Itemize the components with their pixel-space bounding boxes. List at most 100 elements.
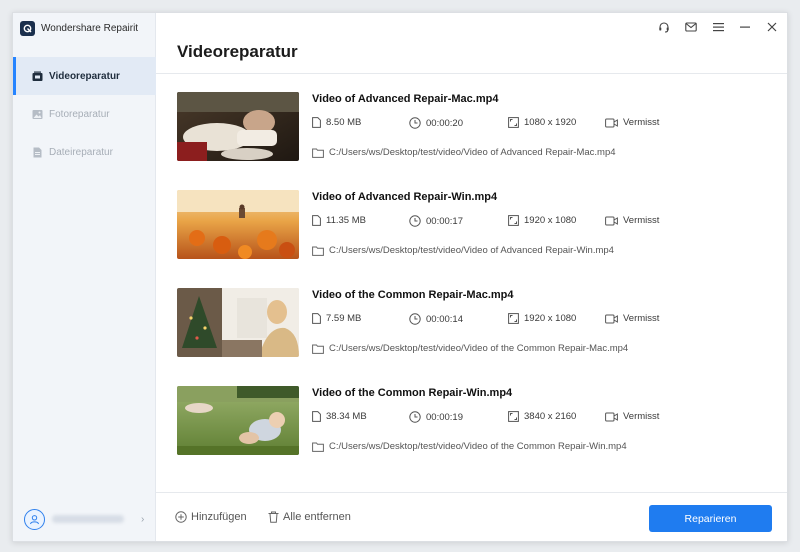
app-window: Wondershare Repairit Videoreparatur Foto… [12, 12, 788, 542]
repairit-logo-icon [20, 20, 35, 36]
sidebar-item-label: Fotoreparatur [49, 108, 110, 120]
folder-icon [312, 148, 324, 158]
file-size-value: 38.34 MB [326, 411, 367, 422]
resolution-icon [508, 117, 519, 128]
video-camera-icon [605, 216, 618, 225]
file-status-value: Vermisst [623, 411, 660, 422]
file-name: Video of Advanced Repair-Win.mp4 [312, 191, 498, 203]
file-duration: 00:00:20 [409, 117, 463, 129]
list-item[interactable]: Video of Advanced Repair-Win.mp4 11.35 M… [177, 190, 777, 288]
file-status: Vermisst [605, 215, 659, 226]
file-name: Video of the Common Repair-Win.mp4 [312, 387, 513, 399]
bottom-action-bar: Hinzufügen Alle entfernen Reparieren [156, 492, 787, 541]
user-account[interactable]: › [24, 508, 152, 530]
file-path: C:/Users/ws/Desktop/test/video/Video of … [312, 441, 627, 452]
file-duration-value: 00:00:19 [426, 411, 463, 423]
file-path: C:/Users/ws/Desktop/test/video/Video of … [312, 343, 628, 354]
sidebar-item-fotoreparatur[interactable]: Fotoreparatur [13, 95, 156, 133]
file-status-value: Vermisst [623, 215, 660, 226]
file-size-value: 11.35 MB [326, 215, 366, 226]
minimize-icon[interactable] [738, 20, 752, 34]
list-item[interactable]: Video of the Common Repair-Win.mp4 38.34… [177, 386, 777, 484]
file-icon [312, 215, 321, 226]
file-meta: 7.59 MB 00:00:14 1920 x 1080 Vermisst [312, 313, 772, 327]
file-size: 11.35 MB [312, 215, 366, 226]
file-duration: 00:00:17 [409, 215, 463, 227]
file-repair-icon [32, 147, 43, 158]
photo-repair-icon [32, 109, 43, 120]
video-file-list: Video of Advanced Repair-Mac.mp4 8.50 MB… [177, 92, 777, 484]
file-size: 7.59 MB [312, 313, 361, 324]
chevron-right-icon[interactable]: › [141, 514, 144, 525]
add-button-label: Hinzufügen [191, 511, 247, 523]
menu-icon[interactable] [711, 20, 725, 34]
sidebar-item-dateireparatur[interactable]: Dateireparatur [13, 133, 156, 171]
file-path-value: C:/Users/ws/Desktop/test/video/Video of … [329, 441, 627, 452]
remove-all-button[interactable]: Alle entfernen [268, 511, 351, 523]
file-resolution: 3840 x 2160 [508, 411, 576, 422]
headset-icon[interactable] [657, 20, 671, 34]
file-status: Vermisst [605, 313, 659, 324]
brand: Wondershare Repairit [20, 20, 138, 36]
file-resolution-value: 1920 x 1080 [524, 215, 577, 226]
sidebar-item-label: Dateireparatur [49, 146, 113, 158]
file-meta: 11.35 MB 00:00:17 1920 x 1080 Vermisst [312, 215, 772, 229]
video-camera-icon [605, 412, 618, 421]
folder-icon [312, 344, 324, 354]
resolution-icon [508, 313, 519, 324]
divider [156, 73, 787, 74]
video-thumbnail [177, 288, 299, 357]
file-name: Video of Advanced Repair-Mac.mp4 [312, 93, 499, 105]
mail-icon[interactable] [684, 20, 698, 34]
main-panel: Videoreparatur Video of Advanced Repair-… [156, 13, 787, 541]
file-meta: 8.50 MB 00:00:20 1080 x 1920 Vermisst [312, 117, 772, 131]
repair-button[interactable]: Reparieren [649, 505, 772, 532]
sidebar-item-videoreparatur[interactable]: Videoreparatur [13, 57, 156, 95]
sidebar: Wondershare Repairit Videoreparatur Foto… [13, 13, 156, 541]
video-thumbnail [177, 92, 299, 161]
file-path-value: C:/Users/ws/Desktop/test/video/Video of … [329, 245, 614, 256]
file-resolution-value: 1920 x 1080 [524, 313, 577, 324]
add-button[interactable]: Hinzufügen [175, 511, 247, 523]
list-item[interactable]: Video of Advanced Repair-Mac.mp4 8.50 MB… [177, 92, 777, 190]
folder-icon [312, 246, 324, 256]
file-resolution: 1920 x 1080 [508, 313, 576, 324]
video-camera-icon [605, 314, 618, 323]
user-avatar-icon[interactable] [24, 508, 45, 530]
file-duration-value: 00:00:14 [426, 313, 463, 325]
close-icon[interactable] [765, 20, 779, 34]
add-circle-icon [175, 511, 187, 523]
file-duration: 00:00:14 [409, 313, 463, 325]
page-title: Videoreparatur [177, 42, 298, 61]
clock-icon [409, 215, 421, 227]
file-size: 38.34 MB [312, 411, 367, 422]
file-icon [312, 117, 321, 128]
sidebar-nav: Videoreparatur Fotoreparatur Dateirepara… [13, 57, 156, 171]
resolution-icon [508, 411, 519, 422]
folder-icon [312, 442, 324, 452]
file-resolution: 1080 x 1920 [508, 117, 576, 128]
trash-icon [268, 511, 279, 523]
file-size-value: 8.50 MB [326, 117, 362, 128]
clock-icon [409, 411, 421, 423]
file-path: C:/Users/ws/Desktop/test/video/Video of … [312, 147, 616, 158]
remove-all-button-label: Alle entfernen [283, 511, 351, 523]
video-repair-icon [32, 71, 43, 82]
file-status-value: Vermisst [623, 313, 660, 324]
file-name: Video of the Common Repair-Mac.mp4 [312, 289, 514, 301]
window-controls [657, 20, 779, 34]
file-duration-value: 00:00:17 [426, 215, 463, 227]
clock-icon [409, 117, 421, 129]
user-name-blurred [52, 515, 124, 523]
resolution-icon [508, 215, 519, 226]
file-status: Vermisst [605, 117, 659, 128]
file-size: 8.50 MB [312, 117, 361, 128]
video-thumbnail [177, 386, 299, 455]
file-status: Vermisst [605, 411, 659, 422]
file-meta: 38.34 MB 00:00:19 3840 x 2160 Vermisst [312, 411, 772, 425]
video-camera-icon [605, 118, 618, 127]
file-path-value: C:/Users/ws/Desktop/test/video/Video of … [329, 343, 629, 354]
file-resolution-value: 1080 x 1920 [524, 117, 577, 128]
list-item[interactable]: Video of the Common Repair-Mac.mp4 7.59 … [177, 288, 777, 386]
clock-icon [409, 313, 421, 325]
